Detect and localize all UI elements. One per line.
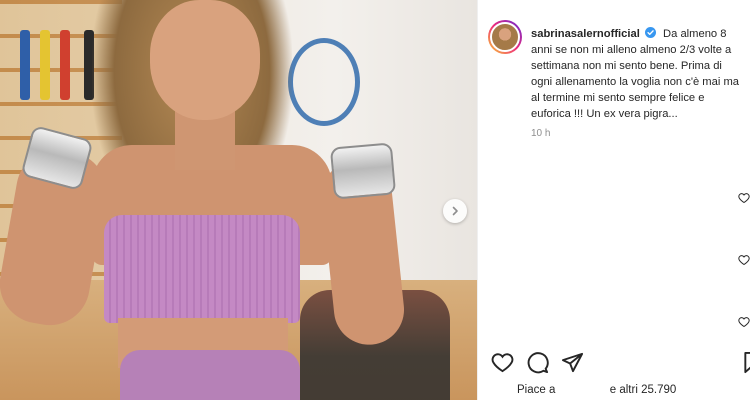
action-bar (491, 351, 584, 374)
likes-prefix: Piace a (517, 384, 556, 396)
heart-icon[interactable] (738, 316, 750, 328)
heart-icon[interactable] (491, 351, 514, 374)
share-icon[interactable] (561, 351, 584, 374)
post-panel: sabrinasalernofficial Da almeno 8 anni s… (478, 0, 750, 400)
username-link[interactable]: sabrinasalernofficial (531, 28, 640, 40)
bookmark-icon[interactable] (743, 351, 750, 374)
shorts (120, 350, 300, 400)
likes-summary[interactable]: Piace a e altri 25.790 (517, 384, 676, 396)
likes-suffix: e altri 25.790 (609, 384, 677, 396)
pilates-ring (288, 38, 360, 126)
shelf-item (20, 30, 30, 100)
timestamp[interactable]: 10 h (531, 128, 743, 139)
caption: sabrinasalernofficial Da almeno 8 anni s… (531, 26, 743, 122)
shelf-item (40, 30, 50, 100)
caption-text: Da almeno 8 anni se non mi alleno almeno… (531, 28, 739, 120)
heart-icon[interactable] (738, 254, 750, 266)
shelf-item (60, 30, 70, 100)
avatar[interactable] (488, 20, 522, 54)
caption-block: sabrinasalernofficial Da almeno 8 anni s… (488, 20, 743, 139)
face (150, 0, 260, 120)
chevron-right-icon (452, 206, 458, 216)
sports-top (104, 215, 300, 323)
verified-badge-icon (644, 27, 656, 38)
comment-icon[interactable] (526, 351, 549, 374)
post-image[interactable] (0, 0, 477, 400)
right-dumbbell (329, 142, 397, 200)
heart-icon[interactable] (738, 192, 750, 204)
next-image-button[interactable] (443, 199, 467, 223)
